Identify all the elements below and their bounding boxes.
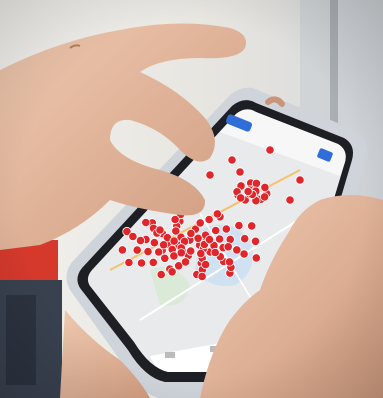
photo-scene — [0, 0, 383, 398]
photo-canvas — [0, 0, 383, 398]
vignette — [0, 0, 383, 398]
